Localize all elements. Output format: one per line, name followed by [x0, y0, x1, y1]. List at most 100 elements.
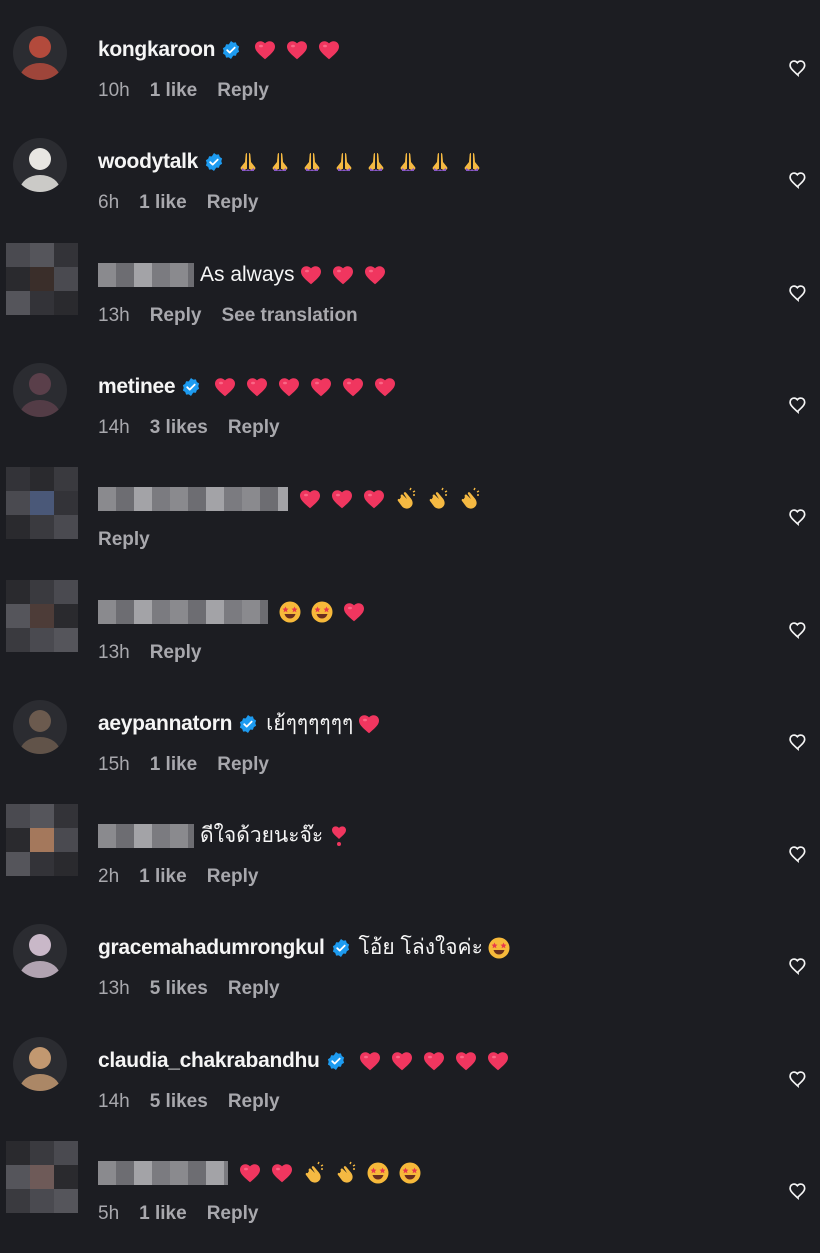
comment-meta: 14h 5 likes Reply [98, 1091, 300, 1113]
heart-emoji-icon [341, 375, 365, 399]
like-count[interactable]: 5 likes [150, 978, 208, 1000]
comment-body: As always [98, 262, 387, 287]
username-link[interactable]: aeypannatorn [98, 712, 232, 736]
heart-emoji-icon [238, 1161, 262, 1185]
like-count[interactable]: 1 like [139, 866, 187, 888]
timestamp: 10h [98, 80, 130, 101]
comment-item: 13h Reply [0, 579, 820, 692]
comment-item: kongkaroon 10h 1 like Reply [0, 18, 820, 130]
emoji-group [236, 150, 484, 174]
like-heart-icon[interactable] [788, 732, 808, 752]
heart-emoji-icon [373, 375, 397, 399]
verified-badge-icon [331, 938, 351, 958]
star-struck-emoji-icon [310, 600, 334, 624]
reply-button[interactable]: Reply [217, 754, 269, 776]
heart-emoji-icon [422, 1049, 446, 1073]
redacted-username [98, 487, 288, 512]
emoji-group [357, 712, 381, 736]
heart-emoji-icon [309, 375, 333, 399]
like-count[interactable]: 3 likes [150, 417, 208, 439]
clap-emoji-icon [302, 1161, 326, 1185]
like-count[interactable]: 1 like [139, 192, 187, 214]
heart-emoji-icon [363, 263, 387, 287]
username-link[interactable]: woodytalk [98, 150, 198, 174]
clap-emoji-icon [394, 487, 418, 511]
timestamp: 13h [98, 304, 130, 326]
comment-body [98, 1161, 422, 1185]
reply-button[interactable]: Reply [207, 866, 259, 888]
avatar[interactable] [6, 1141, 78, 1213]
username-link[interactable]: metinee [98, 375, 176, 399]
timestamp: 14h [98, 416, 130, 438]
like-count[interactable]: 1 like [150, 754, 198, 776]
emoji-group [327, 824, 351, 848]
clap-emoji-icon [334, 1161, 358, 1185]
like-count[interactable]: 5 likes [150, 1091, 208, 1113]
avatar[interactable] [13, 138, 67, 193]
timestamp: 14h [98, 1090, 130, 1112]
reply-button[interactable]: Reply [150, 305, 202, 327]
star-struck-emoji-icon [487, 936, 511, 960]
avatar[interactable] [6, 579, 78, 652]
heart-emoji-icon [317, 38, 341, 62]
like-heart-icon[interactable] [788, 395, 808, 415]
avatar[interactable] [6, 804, 78, 877]
avatar[interactable] [13, 699, 67, 754]
like-heart-icon[interactable] [788, 844, 808, 864]
comment-item: claudia_chakrabandhu 14h 5 likes Reply [0, 1029, 820, 1141]
like-heart-icon[interactable] [788, 283, 808, 303]
comment-body: gracemahadumrongkul โอ้ย โล่งใจค่ะ [98, 936, 511, 960]
comment-meta: 2h 1 like Reply [98, 866, 278, 888]
emoji-group [298, 487, 482, 511]
heart-exclamation-emoji-icon [327, 824, 351, 848]
emoji-group [278, 600, 366, 624]
comment-item: ดีใจด้วยนะจ๊ะ 2h 1 like Reply [0, 804, 820, 916]
like-heart-icon[interactable] [788, 507, 808, 527]
avatar[interactable] [13, 362, 67, 417]
like-heart-icon[interactable] [788, 1069, 808, 1089]
like-heart-icon[interactable] [788, 956, 808, 976]
like-heart-icon[interactable] [788, 58, 808, 78]
like-heart-icon[interactable] [788, 620, 808, 640]
timestamp: 13h [98, 978, 130, 1000]
comment-item: Reply [0, 467, 820, 579]
avatar[interactable] [13, 26, 67, 80]
reply-button[interactable]: Reply [228, 417, 280, 439]
like-heart-icon[interactable] [788, 1181, 808, 1201]
comment-item: 5h 1 like Reply [0, 1141, 820, 1253]
pray-emoji-icon [332, 150, 356, 174]
comment-body [98, 599, 366, 624]
username-link[interactable]: gracemahadumrongkul [98, 936, 325, 960]
reply-button[interactable]: Reply [228, 1091, 280, 1113]
reply-button[interactable]: Reply [98, 529, 150, 551]
like-count[interactable]: 1 like [150, 80, 198, 102]
username-link[interactable]: kongkaroon [98, 38, 215, 62]
heart-emoji-icon [390, 1049, 414, 1073]
reply-button[interactable]: Reply [217, 80, 269, 102]
avatar[interactable] [6, 242, 78, 315]
timestamp: 2h [98, 866, 120, 888]
comment-item: aeypannatorn เย้ๆๆๆๆๆๆ 15h 1 like Reply [0, 692, 820, 804]
like-heart-icon[interactable] [788, 170, 808, 190]
comment-item: As always 13h Reply See translation [0, 242, 820, 355]
avatar[interactable] [6, 467, 78, 540]
reply-button[interactable]: Reply [228, 978, 280, 1000]
comment-body: woodytalk [98, 150, 484, 174]
reply-button[interactable]: Reply [207, 1203, 259, 1225]
emoji-group [213, 375, 397, 399]
reply-button[interactable]: Reply [150, 642, 202, 664]
avatar[interactable] [13, 1036, 67, 1091]
heart-emoji-icon [330, 487, 354, 511]
username-link[interactable]: claudia_chakrabandhu [98, 1049, 320, 1073]
pray-emoji-icon [396, 150, 420, 174]
heart-emoji-icon [213, 375, 237, 399]
avatar[interactable] [13, 924, 67, 979]
comment-meta: 5h 1 like Reply [98, 1203, 278, 1225]
see-translation-button[interactable]: See translation [221, 305, 357, 327]
like-count[interactable]: 1 like [139, 1203, 187, 1225]
comment-body: aeypannatorn เย้ๆๆๆๆๆๆ [98, 712, 381, 736]
emoji-group [253, 38, 341, 62]
timestamp: 6h [98, 192, 120, 214]
reply-button[interactable]: Reply [207, 192, 259, 214]
comment-body: kongkaroon [98, 38, 341, 62]
